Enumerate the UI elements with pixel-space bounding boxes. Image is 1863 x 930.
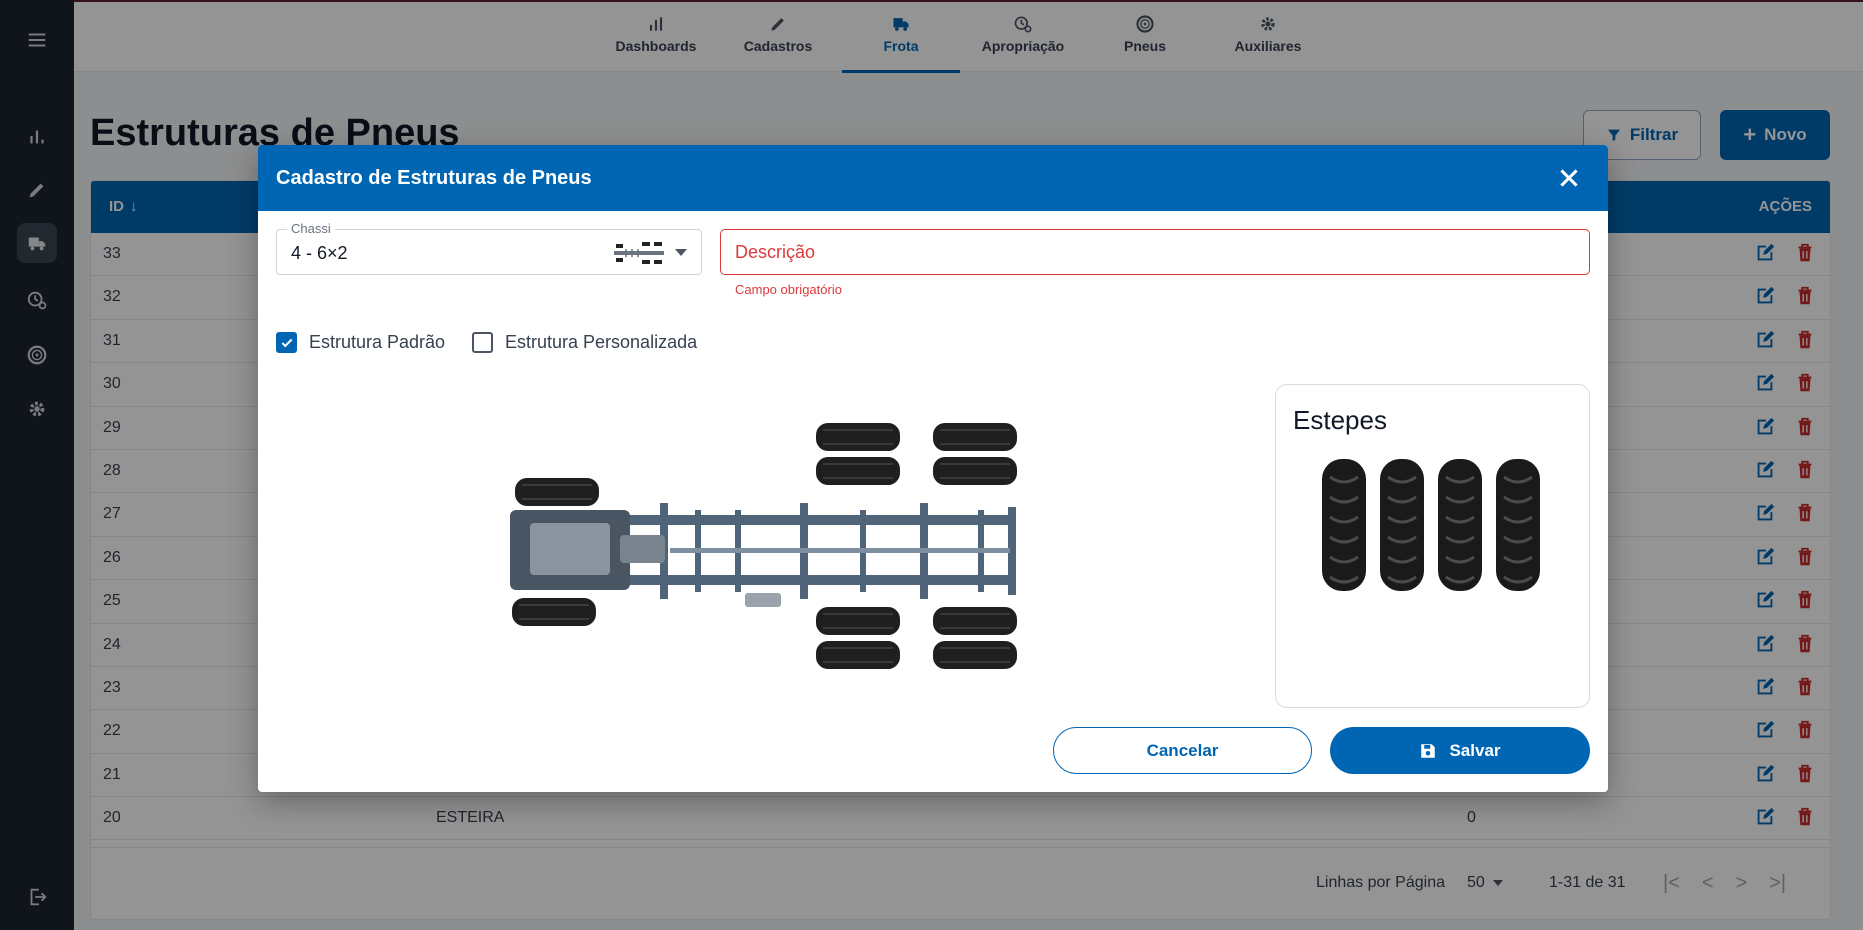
- spare-tires: [1320, 457, 1542, 593]
- estepes-title: Estepes: [1293, 405, 1387, 435]
- chassis-diagram: [510, 423, 1017, 669]
- checkbox-estrutura-personalizada[interactable]: Estrutura Personalizada: [472, 332, 697, 353]
- structure-modal: Cadastro de Estruturas de Pneus Chassi 4…: [258, 145, 1608, 792]
- cancel-label: Cancelar: [1146, 740, 1219, 760]
- close-icon[interactable]: [1556, 165, 1582, 191]
- save-icon: [1421, 743, 1436, 758]
- checkbox-checked-icon[interactable]: [276, 332, 297, 353]
- checkbox-label: Estrutura Padrão: [309, 332, 446, 352]
- chassi-value: 4 - 6×2: [291, 243, 348, 263]
- cancel-button[interactable]: Cancelar: [1053, 727, 1312, 774]
- descricao-input[interactable]: [721, 230, 1589, 274]
- chassis-thumbnail-icon: [614, 242, 664, 264]
- checkbox-label: Estrutura Personalizada: [505, 332, 698, 352]
- modal-header: Cadastro de Estruturas de Pneus: [258, 145, 1608, 211]
- descricao-error: Campo obrigatório: [735, 282, 842, 297]
- chevron-down-icon: [675, 249, 687, 256]
- chassi-select[interactable]: Chassi 4 - 6×2: [276, 221, 702, 275]
- spare-tire-icon[interactable]: [1320, 457, 1368, 593]
- save-label: Salvar: [1449, 740, 1501, 760]
- rear-wheels: [816, 423, 1017, 669]
- estepes-panel: Estepes: [1275, 384, 1590, 708]
- save-button[interactable]: Salvar: [1330, 727, 1590, 774]
- spare-tire-icon[interactable]: [1494, 457, 1542, 593]
- modal-title: Cadastro de Estruturas de Pneus: [276, 167, 592, 189]
- checkbox-unchecked-icon[interactable]: [472, 332, 493, 353]
- spare-tire-icon[interactable]: [1378, 457, 1426, 593]
- chassi-label: Chassi: [287, 221, 335, 236]
- checkbox-estrutura-padrao[interactable]: Estrutura Padrão: [276, 332, 445, 353]
- spare-tire-icon[interactable]: [1436, 457, 1484, 593]
- descricao-field[interactable]: [720, 229, 1590, 275]
